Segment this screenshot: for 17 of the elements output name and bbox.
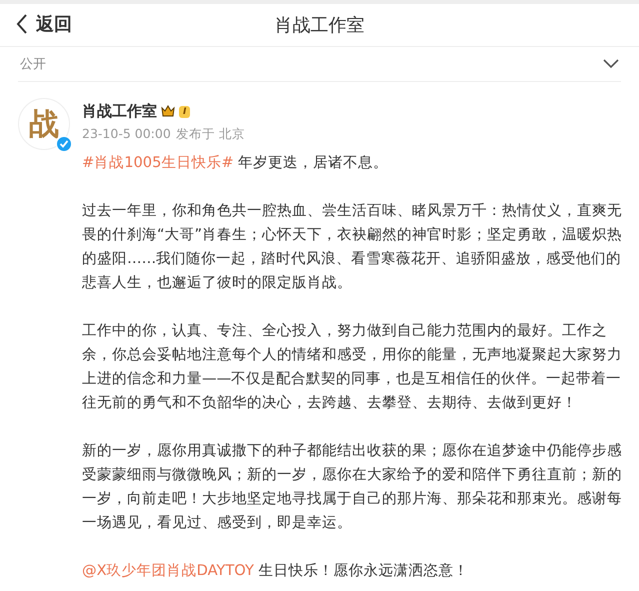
avatar[interactable]: 战	[18, 98, 70, 150]
post-location: 发布于 北京	[176, 126, 245, 143]
post-paragraph: 工作中的你，认真、专注、全心投入，努力做到自己能力范围内的最好。工作之余，你总会妥帖地注意每个人的情绪和感受，用你的能量，无声地凝聚起大家努力上进的信念和力量——不仅是配合默契的同事，也是互相信任的伙伴。一起带着一往无前的勇气和不负韶华的决心，去跨越、去攀登、去期待、去做到更好！	[82, 321, 623, 413]
post-time: 23-10-5 00:00	[82, 126, 171, 143]
post-paragraph: #肖战1005生日快乐# 年岁更迭，居诸不息。	[82, 153, 390, 173]
post-paragraph: 过去一年里，你和角色共一腔热血、尝生活百味、睹风景万千：热情仗义，直爽无畏的什刹海“大哥”肖春生；心怀天下，衣袂翩然的神官时影；坚定勇敢，温暖炽热的盛阳……我们随你一起，踏时代风浪、看雪寒薇花开、追骄阳盛放，感受他们的悲喜人生，也邂逅了彼时的限定版肖战。	[82, 201, 624, 293]
crown-icon	[161, 105, 175, 118]
visibility-label: 公开	[20, 56, 46, 73]
author-name[interactable]: 肖战工作室	[82, 102, 157, 121]
member-level-badge: I	[179, 106, 190, 118]
hashtag-link[interactable]: #肖战1005生日快乐#	[82, 154, 234, 171]
back-button[interactable]: 返回	[16, 12, 72, 36]
page-title: 肖战工作室	[274, 14, 364, 37]
visibility-selector[interactable]: 公开	[18, 47, 621, 82]
post-paragraph: 新的一岁，愿你用真诚撒下的种子都能结出收获的果；愿你在追梦途中仍能停步感受蒙蒙细雨与微微晚风；新的一岁，愿你在大家给予的爱和陪伴下勇往直前；新的一岁，向前走吧！大步地坚定地寻找属于自己的那片海、那朵花和那束光。感谢每一场遇见，看见过、感受到，即是幸运。	[82, 441, 623, 533]
mention-link[interactable]: @X玖少年团肖战DAYTOY	[82, 562, 254, 579]
post-paragraph: @X玖少年团肖战DAYTOY 生日快乐！愿你永远潇洒恣意！	[82, 561, 470, 581]
